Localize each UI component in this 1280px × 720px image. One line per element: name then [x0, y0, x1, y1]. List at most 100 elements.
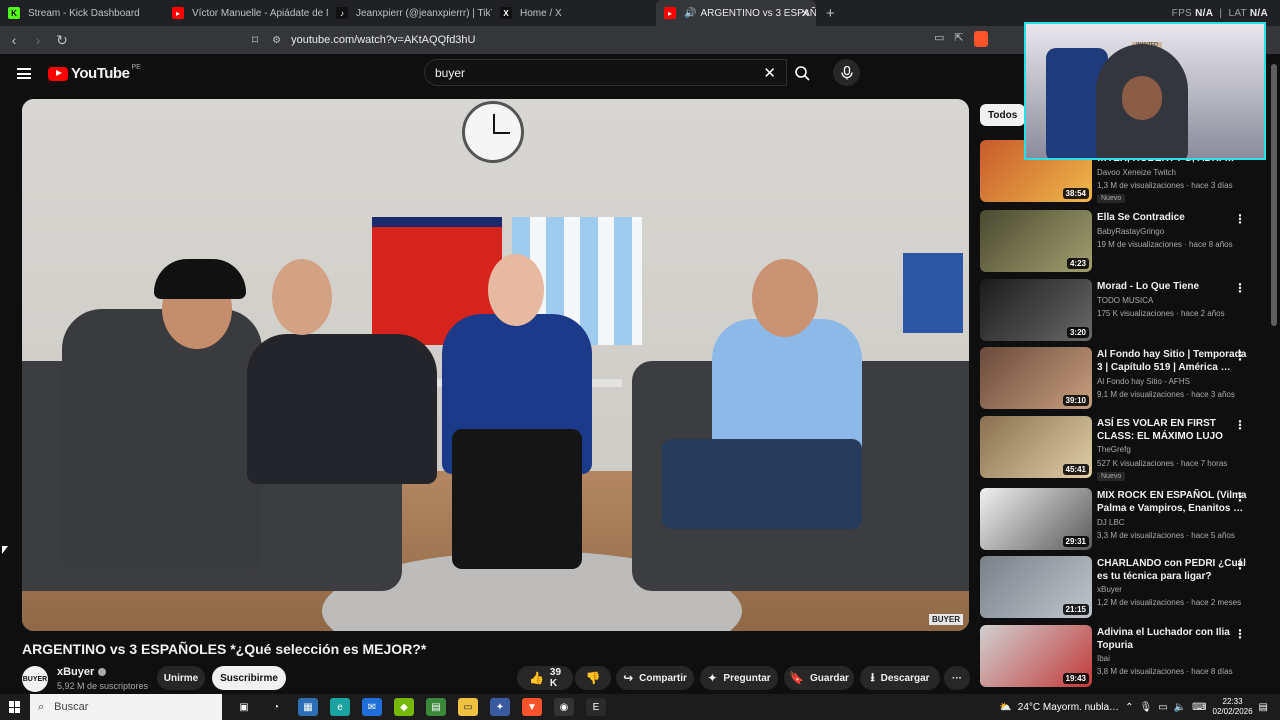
recommended-video[interactable]: 19:43 Adivina el Luchador con Ilia Topur… — [980, 625, 1260, 687]
url-field[interactable]: ⌑ ⚙ youtube.com/watch?v=AKtAQQfd3hU — [252, 28, 1002, 52]
brave-shield-icon[interactable] — [973, 31, 988, 47]
video-thumbnail[interactable]: 3:20 — [980, 279, 1092, 341]
more-options-icon[interactable]: ⋮ — [1234, 627, 1246, 641]
share-icon[interactable]: ⇱ — [954, 31, 963, 47]
video-title[interactable]: Adivina el Luchador con Ilia Topuria — [1097, 626, 1247, 652]
video-thumbnail[interactable]: 21:15 — [980, 556, 1092, 618]
recommended-video[interactable]: 39:10 Al Fondo hay Sitio | Temporada 3 |… — [980, 347, 1260, 409]
photos-icon[interactable]: ▤ — [426, 698, 446, 716]
recommended-video[interactable]: 29:31 MIX ROCK EN ESPAÑOL (Vilma Palma e… — [980, 488, 1260, 550]
forward-icon[interactable]: › — [28, 32, 48, 48]
language-icon[interactable]: ⌨ — [1192, 702, 1206, 713]
clear-search-icon[interactable]: ✕ — [763, 64, 776, 82]
tray-chevron-icon[interactable]: ⌃ — [1125, 702, 1133, 713]
browser-tab[interactable]: ♪ Jeanxpierr (@jeanxpierrr) | TikTok — [328, 0, 492, 26]
cast-icon[interactable]: ▭ — [934, 31, 944, 47]
file-explorer-icon[interactable]: ▭ — [458, 698, 478, 716]
like-button[interactable]: 👍 39 K — [517, 666, 573, 690]
browser-tab-active[interactable]: ▸ 🔊ARGENTINO vs 3 ESPAÑOLES✕ — [656, 0, 816, 26]
video-title[interactable]: Morad - Lo Que Tiene — [1097, 280, 1247, 293]
subscribe-button[interactable]: Suscribirme — [212, 666, 286, 690]
store-icon[interactable]: ▦ — [298, 698, 318, 716]
video-thumbnail[interactable]: 19:43 — [980, 625, 1092, 687]
download-button[interactable]: ⭳ Descargar — [860, 666, 940, 690]
channel-name[interactable]: TODO MUSICA — [1097, 296, 1153, 305]
filter-chip-all[interactable]: Todos — [980, 104, 1026, 126]
more-options-icon[interactable]: ⋮ — [1234, 212, 1246, 226]
channel-name[interactable]: BabyRastayGringo — [1097, 227, 1164, 236]
video-title[interactable]: Ella Se Contradice — [1097, 211, 1247, 224]
mail-icon[interactable]: ✉ — [362, 698, 382, 716]
share-button[interactable]: ↪ Compartir — [616, 666, 694, 690]
channel-name[interactable]: Ibai — [1097, 654, 1110, 663]
browser-tab[interactable]: K Stream - Kick Dashboard — [0, 0, 164, 26]
search-button[interactable] — [786, 59, 818, 86]
voice-search-button[interactable] — [833, 59, 860, 86]
join-button[interactable]: Unirme — [157, 666, 205, 690]
more-options-icon[interactable]: ⋮ — [1234, 281, 1246, 295]
taskbar-clock[interactable]: 22:33 02/02/2026 — [1213, 697, 1253, 717]
channel-avatar[interactable]: BUYER — [22, 666, 48, 692]
edge-icon[interactable]: e — [330, 698, 350, 716]
channel-name[interactable]: Al Fondo hay Sitio - AFHS — [1097, 377, 1190, 386]
nvidia-icon[interactable]: ◆ — [394, 698, 414, 716]
site-info-icon[interactable]: ⚙ — [272, 35, 281, 46]
save-button[interactable]: 🔖 Guardar — [784, 666, 854, 690]
person-spain-head — [752, 259, 818, 337]
more-options-icon[interactable]: ⋮ — [1234, 490, 1246, 504]
video-title[interactable]: MIX ROCK EN ESPAÑOL (Vilma Palma e Vampi… — [1097, 489, 1247, 515]
video-title[interactable]: Al Fondo hay Sitio | Temporada 3 | Capít… — [1097, 348, 1247, 374]
ask-button[interactable]: ✦ Preguntar — [700, 666, 778, 690]
video-thumbnail[interactable]: 4:23 — [980, 210, 1092, 272]
task-view-icon[interactable]: ▣ — [234, 698, 254, 716]
video-thumbnail[interactable]: 45:41 — [980, 416, 1092, 478]
weather-text[interactable]: 24°C Mayorm. nubla… — [1018, 702, 1119, 713]
scrollbar-thumb[interactable] — [1271, 64, 1277, 326]
notifications-icon[interactable]: ▤ — [1259, 702, 1268, 713]
volume-icon[interactable]: 🔈 — [1174, 702, 1186, 713]
start-button[interactable] — [0, 701, 30, 713]
page-scrollbar[interactable] — [1270, 62, 1278, 692]
search-input[interactable]: buyer ✕ — [424, 59, 787, 86]
recommended-video[interactable]: 21:15 CHARLANDO con PEDRI ¿Cuál es tu té… — [980, 556, 1260, 618]
tab-label: Stream - Kick Dashboard — [28, 7, 140, 19]
video-thumbnail[interactable]: 29:31 — [980, 488, 1092, 550]
microphone-tray-icon[interactable]: 🎙 — [1139, 702, 1152, 713]
channel-name-text: xBuyer — [57, 666, 95, 678]
copilot-icon[interactable]: ◔ — [266, 698, 286, 716]
more-actions-button[interactable]: ··· — [944, 666, 970, 690]
video-title[interactable]: CHARLANDO con PEDRI ¿Cuál es tu técnica … — [1097, 557, 1247, 583]
more-options-icon[interactable]: ⋮ — [1234, 418, 1246, 432]
bookmark-icon[interactable]: ⌑ — [252, 33, 258, 47]
channel-name[interactable]: Davoo Xeneize Twitch — [1097, 168, 1176, 177]
youtube-logo[interactable]: YouTube PE — [48, 64, 141, 82]
browser-tab[interactable]: X Home / X — [492, 0, 656, 26]
reload-icon[interactable]: ↻ — [52, 32, 72, 49]
taskbar-search[interactable]: ⌕ Buscar — [30, 694, 222, 720]
more-options-icon[interactable]: ⋮ — [1234, 349, 1246, 363]
dislike-button[interactable]: 👎 — [575, 666, 611, 690]
channel-name[interactable]: xBuyer — [1097, 585, 1122, 594]
close-tab-icon[interactable]: ✕ — [801, 7, 810, 20]
channel-name[interactable]: xBuyer — [57, 666, 107, 678]
epic-games-icon[interactable]: E — [586, 698, 606, 716]
obs-icon[interactable]: ◉ — [554, 698, 574, 716]
video-player[interactable]: BUYER — [22, 99, 969, 631]
channel-name[interactable]: DJ LBC — [1097, 518, 1125, 527]
browser-tab[interactable]: ▸ Víctor Manuelle - Apiádate de Mi | Le — [164, 0, 328, 26]
recommended-video[interactable]: 45:41 ASÍ ES VOLAR EN FIRST CLASS: EL MÁ… — [980, 416, 1260, 481]
video-meta: 3,3 M de visualizaciones · hace 5 años — [1097, 531, 1235, 540]
video-thumbnail[interactable]: 39:10 — [980, 347, 1092, 409]
channel-name[interactable]: TheGrefg — [1097, 445, 1131, 454]
network-icon[interactable]: ▭ — [1158, 702, 1167, 713]
menu-icon[interactable] — [17, 68, 31, 79]
brave-icon[interactable]: ▼ — [522, 698, 542, 716]
new-tab-button[interactable]: + — [826, 5, 835, 22]
back-icon[interactable]: ‹ — [4, 32, 24, 48]
new-badge: Nuevo — [1097, 194, 1126, 203]
recommended-video[interactable]: 4:23 Ella Se Contradice BabyRastayGringo… — [980, 210, 1260, 272]
streaming-app-icon[interactable]: ✦ — [490, 698, 510, 716]
recommended-video[interactable]: 3:20 Morad - Lo Que Tiene TODO MUSICA 17… — [980, 279, 1260, 341]
more-options-icon[interactable]: ⋮ — [1234, 558, 1246, 572]
video-title[interactable]: ASÍ ES VOLAR EN FIRST CLASS: EL MÁXIMO L… — [1097, 417, 1247, 443]
